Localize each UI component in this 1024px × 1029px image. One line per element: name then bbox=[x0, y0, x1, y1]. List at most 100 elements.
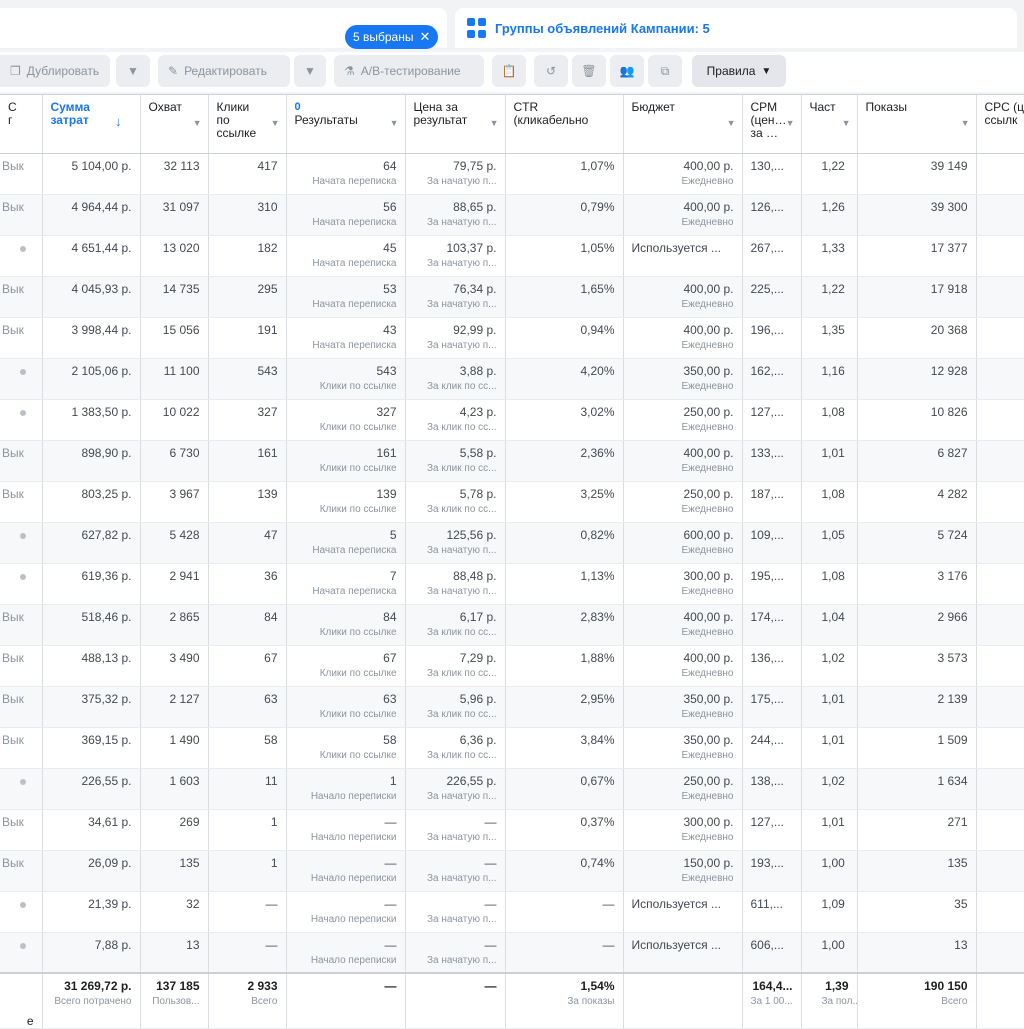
clipboard-button[interactable]: 📋 bbox=[492, 55, 526, 87]
table-row[interactable]: 619,36 р. 2 941 36 7 Начата переписка 88,48 р… bbox=[0, 563, 1024, 605]
status-cell[interactable] bbox=[0, 563, 43, 605]
clicks-cell: 1 bbox=[208, 850, 287, 892]
col-header-frequency[interactable]: Част ▼ bbox=[801, 95, 858, 154]
status-cell[interactable] bbox=[0, 235, 43, 277]
status-cell[interactable]: Вык bbox=[0, 153, 43, 195]
table-row[interactable]: Вык 518,46 р. 2 865 84 84 Клики по ссылке 6,17… bbox=[0, 604, 1024, 646]
duplicate-button[interactable]: ❐ Дублировать bbox=[0, 55, 110, 87]
budget-cell-value: Используется ... bbox=[631, 937, 722, 952]
campaigns-tab[interactable]: 5 выбраны ✕ bbox=[0, 8, 447, 49]
close-icon[interactable]: ✕ bbox=[419, 29, 430, 45]
ad-sets-tab[interactable]: Группы объявлений Кампании: 5 bbox=[455, 8, 1017, 48]
status-cell[interactable] bbox=[0, 768, 43, 810]
caret-down-icon[interactable]: ▼ bbox=[842, 117, 851, 130]
edit-dropdown-button[interactable]: ▼ bbox=[294, 55, 326, 87]
col-header-results[interactable]: 0 Результаты ▼ bbox=[286, 95, 406, 154]
delete-button[interactable]: 🗑 bbox=[572, 55, 606, 87]
impressions-cell-value: 10 826 bbox=[930, 404, 968, 419]
table-row[interactable]: Вык 369,15 р. 1 490 58 58 Клики по ссылке 6,36… bbox=[0, 727, 1024, 769]
table-row[interactable]: 4 651,44 р. 13 020 182 45 Начата переписка 10… bbox=[0, 235, 1024, 277]
budget-cell: 600,00 р. Ежедневно bbox=[623, 522, 743, 564]
cost-per-result-cell-subtext: За клик по сс... bbox=[426, 421, 497, 433]
table-row[interactable]: Вык 898,90 р. 6 730 161 161 Клики по ссылке 5,… bbox=[0, 440, 1024, 482]
status-cell[interactable]: Вык bbox=[0, 727, 43, 769]
status-cell[interactable]: Вык bbox=[0, 645, 43, 687]
results-cell: — Начало переписки bbox=[286, 932, 406, 974]
total-cpm-cell: 164,4... За 1 00... bbox=[742, 972, 802, 1029]
sort-down-arrow-icon[interactable]: ↓ bbox=[115, 115, 122, 128]
table-row[interactable]: 7,88 р. 13 — — Начало переписки — За начатую п… bbox=[0, 932, 1024, 974]
ab-test-button[interactable]: ⚗ A/B-тестирование bbox=[334, 55, 484, 87]
caret-down-icon[interactable]: ▼ bbox=[786, 117, 795, 130]
ctr-cell: 3,84% bbox=[505, 727, 624, 769]
table-row[interactable]: Вык 4 964,44 р. 31 097 310 56 Начата переписк… bbox=[0, 194, 1024, 236]
frequency-cell: 1,16 bbox=[801, 358, 858, 400]
ctr-cell: 1,65% bbox=[505, 276, 624, 318]
table-row[interactable]: Вык 488,13 р. 3 490 67 67 Клики по ссылке 7,29… bbox=[0, 645, 1024, 687]
col-header-clicks[interactable]: Клики по ссылке ▼ bbox=[208, 95, 287, 154]
caret-down-icon[interactable]: ▼ bbox=[271, 117, 280, 130]
table-row[interactable]: 21,39 р. 32 — — Начало переписки — За начатую … bbox=[0, 891, 1024, 933]
col-header-cost-per-result[interactable]: Цена за результат ▼ bbox=[405, 95, 506, 154]
duplicate-dropdown-button[interactable]: ▼ bbox=[116, 55, 150, 87]
status-cell[interactable]: Вык bbox=[0, 604, 43, 646]
status-cell[interactable]: Вык bbox=[0, 440, 43, 482]
selected-filter-pill[interactable]: 5 выбраны ✕ bbox=[345, 25, 439, 49]
table-row[interactable]: Вык 4 045,93 р. 14 735 295 53 Начата переписк… bbox=[0, 276, 1024, 318]
status-cell[interactable]: Вык bbox=[0, 686, 43, 728]
reach-cell-value: 32 bbox=[186, 896, 200, 911]
ctr-cell: 0,37% bbox=[505, 809, 624, 851]
table-row[interactable]: 2 105,06 р. 11 100 543 543 Клики по ссылке 3,… bbox=[0, 358, 1024, 400]
clicks-cell: 67 bbox=[208, 645, 287, 687]
status-cell[interactable]: Вык bbox=[0, 317, 43, 359]
preview-button[interactable]: ⧉ bbox=[648, 55, 682, 87]
table-row[interactable]: Вык 3 998,44 р. 15 056 191 43 Начата переписк… bbox=[0, 317, 1024, 359]
cpm-cell: 606,... bbox=[742, 932, 802, 974]
col-header-cpc[interactable]: CPC (ц ссылк bbox=[976, 95, 1024, 154]
caret-down-icon[interactable]: ▼ bbox=[390, 117, 399, 130]
col-header-spend[interactable]: Сумма затрат ↓ bbox=[42, 95, 141, 154]
status-text: Вык bbox=[2, 691, 24, 706]
results-cell-value: — bbox=[384, 937, 397, 952]
caret-down-icon[interactable]: ▼ bbox=[193, 117, 202, 130]
spend-cell-value: 5 104,00 р. bbox=[71, 158, 132, 173]
cost-per-result-cell: 103,37 р. За начатую п... bbox=[405, 235, 506, 277]
table-row[interactable]: Вык 5 104,00 р. 32 113 417 64 Начата переписк… bbox=[0, 153, 1024, 195]
caret-down-icon[interactable]: ▼ bbox=[490, 117, 499, 130]
col-header-reach[interactable]: Охват ▼ bbox=[140, 95, 209, 154]
col-header-impressions[interactable]: Показы ▼ bbox=[857, 95, 977, 154]
ad-sets-table: С г Сумма затрат ↓ Охват ▼ Клики по ссылке… bbox=[0, 94, 1024, 1029]
edit-button[interactable]: ✎ Редактировать bbox=[158, 55, 290, 87]
col-header-ctr[interactable]: CTR (кликабельно bbox=[505, 95, 624, 154]
status-cell[interactable]: Вык bbox=[0, 481, 43, 523]
status-cell[interactable] bbox=[0, 891, 43, 933]
col-header-budget[interactable]: Бюджет ▼ bbox=[623, 95, 743, 154]
undo-button[interactable]: ↺ bbox=[534, 55, 568, 87]
table-row[interactable]: 1 383,50 р. 10 022 327 327 Клики по ссылке 4,… bbox=[0, 399, 1024, 441]
rules-button[interactable]: Правила ▼ bbox=[692, 55, 786, 87]
caret-down-icon[interactable]: ▼ bbox=[727, 117, 736, 130]
status-cell[interactable] bbox=[0, 358, 43, 400]
status-cell[interactable]: Вык bbox=[0, 809, 43, 851]
table-row[interactable]: Вык 26,09 р. 135 1 — Начало переписки — За нача… bbox=[0, 850, 1024, 892]
status-cell[interactable] bbox=[0, 399, 43, 441]
status-cell[interactable]: Вык bbox=[0, 194, 43, 236]
col-header-status[interactable]: С г bbox=[0, 95, 43, 154]
reach-cell: 6 730 bbox=[140, 440, 209, 482]
table-row[interactable]: Вык 375,32 р. 2 127 63 63 Клики по ссылке 5,96… bbox=[0, 686, 1024, 728]
status-cell[interactable] bbox=[0, 932, 43, 974]
table-row[interactable]: Вык 34,61 р. 269 1 — Начало переписки — За нача… bbox=[0, 809, 1024, 851]
status-cell[interactable] bbox=[0, 522, 43, 564]
cpc-cell bbox=[976, 276, 1024, 318]
spend-cell: 26,09 р. bbox=[42, 850, 141, 892]
table-row[interactable]: 226,55 р. 1 603 11 1 Начало переписки 226,55 … bbox=[0, 768, 1024, 810]
caret-down-icon[interactable]: ▼ bbox=[961, 117, 970, 130]
col-header-cpm[interactable]: CPM (цен… за … ▼ bbox=[742, 95, 802, 154]
audience-button[interactable]: 👥 bbox=[610, 55, 644, 87]
status-cell[interactable]: Вык bbox=[0, 276, 43, 318]
impressions-cell: 1 509 bbox=[857, 727, 977, 769]
table-row[interactable]: Вык 803,25 р. 3 967 139 139 Клики по ссылке 5,… bbox=[0, 481, 1024, 523]
table-row[interactable]: 627,82 р. 5 428 47 5 Начата переписка 125,56 … bbox=[0, 522, 1024, 564]
ctr-cell: 3,02% bbox=[505, 399, 624, 441]
status-cell[interactable]: Вык bbox=[0, 850, 43, 892]
